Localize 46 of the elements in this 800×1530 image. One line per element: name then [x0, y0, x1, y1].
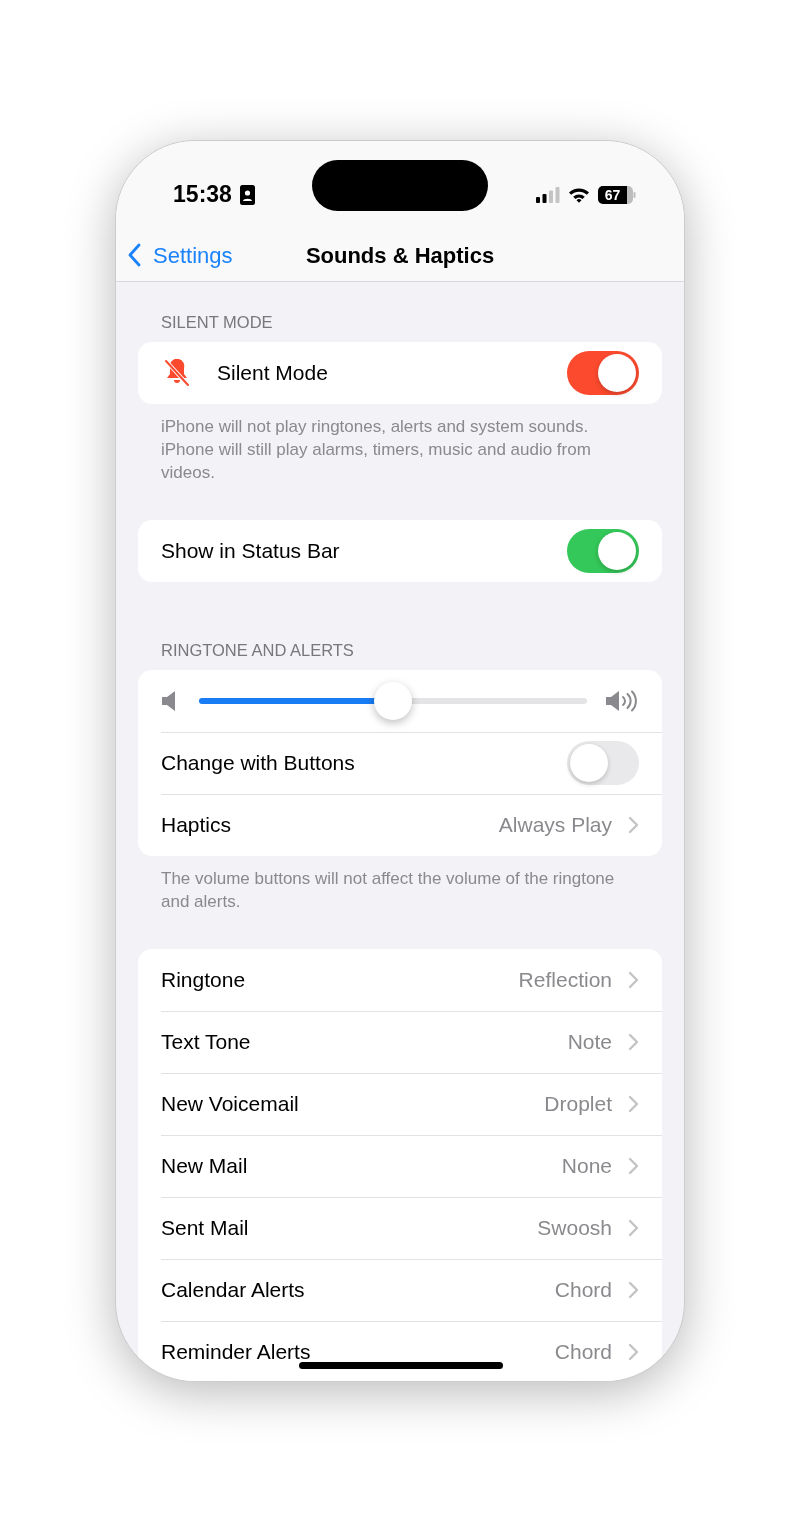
row-value: Droplet [544, 1091, 612, 1118]
row-label: Ringtone [161, 967, 246, 994]
row-label: Text Tone [161, 1029, 251, 1056]
signal-icon [536, 186, 560, 203]
section-footer: The volume buttons will not affect the volume of the ringtone and alerts. [116, 856, 684, 913]
section-header: RINGTONE AND ALERTS [160, 640, 355, 660]
row-value: Chord [554, 1339, 612, 1366]
toggle-switch[interactable] [567, 351, 639, 395]
row-value: Always Play [498, 812, 612, 839]
status-time: 15:38 [173, 180, 232, 210]
slider-thumb[interactable] [374, 682, 412, 720]
row-value: Reflection [518, 967, 612, 994]
speaker-loud-icon [605, 690, 639, 712]
row-label: New Mail [161, 1153, 248, 1180]
toggle-switch[interactable] [567, 529, 639, 573]
chevron-icon [628, 1281, 639, 1299]
row-value: None [561, 1153, 612, 1180]
row-label: Reminder Alerts [161, 1339, 311, 1366]
chevron-icon [128, 243, 141, 267]
row-label: Sent Mail [161, 1215, 249, 1242]
section-footer: iPhone will not play ringtones, alerts and system sounds. iPhone will still play alarms, timers, music and audio from videos. [116, 404, 684, 484]
chevron-icon [628, 1033, 639, 1051]
chevron-icon [628, 971, 639, 989]
wifi-icon [568, 186, 590, 203]
volume-slider[interactable] [199, 698, 587, 704]
contact-card-icon [239, 184, 255, 205]
row-label: Haptics [161, 812, 232, 839]
speaker-low-icon [161, 691, 177, 711]
row-label: New Voicemail [161, 1091, 299, 1118]
chevron-icon [628, 1157, 639, 1175]
chevron-icon [628, 816, 639, 834]
toggle-switch[interactable] [567, 741, 639, 785]
row-label: Show in Status Bar [161, 538, 340, 565]
row-value: Note [567, 1029, 612, 1056]
row-value: Swoosh [537, 1215, 612, 1242]
row-value: Chord [554, 1277, 612, 1304]
chevron-icon [628, 1343, 639, 1361]
chevron-icon [628, 1219, 639, 1237]
back-button[interactable]: Settings [116, 237, 239, 273]
row-label: Silent Mode [217, 360, 328, 387]
chevron-icon [628, 1095, 639, 1113]
battery-icon: 67 [598, 185, 636, 204]
row-label: Change with Buttons [161, 750, 355, 777]
section-header: SILENT MODE [160, 312, 274, 332]
row-label: Calendar Alerts [161, 1277, 305, 1304]
page-title: Sounds & Haptics [305, 241, 495, 270]
